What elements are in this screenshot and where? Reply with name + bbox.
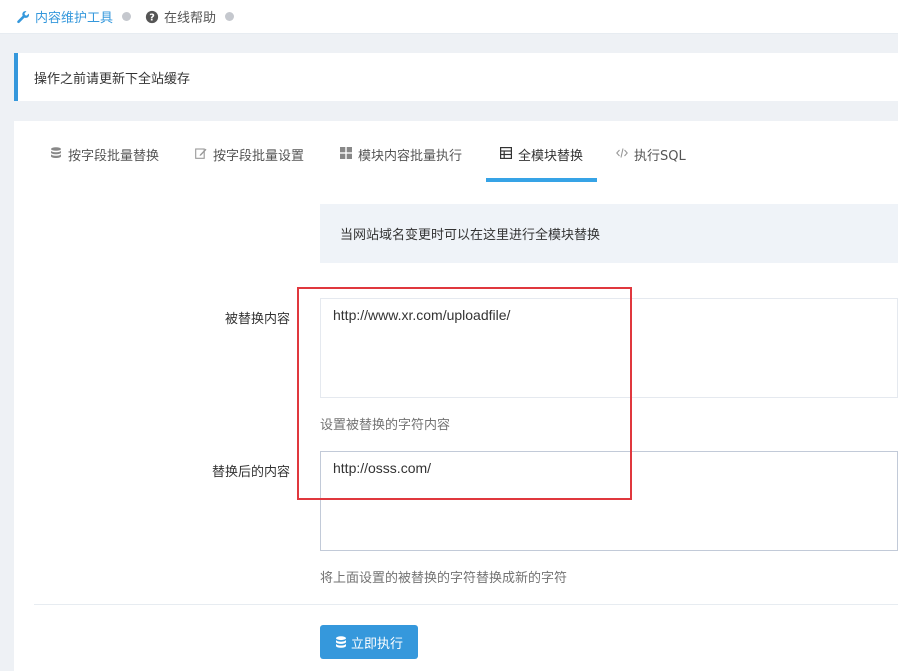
replaced-content-value: http://www.xr.com/uploadfile/ (333, 307, 511, 323)
grid-icon (340, 147, 352, 159)
replacement-content-value: http://osss.com/ (333, 460, 432, 476)
tab-label: 按字段批量替换 (68, 149, 160, 164)
code-icon (616, 148, 628, 158)
cache-notice-text: 操作之前请更新下全站缓存 (34, 71, 191, 87)
tab-label: 执行SQL (634, 149, 686, 164)
main-panel: 按字段批量替换 按字段批量设置 模块内容批量执行 全模块替换 执行SQL 当网站… (14, 121, 898, 671)
replacement-content-textarea[interactable]: http://osss.com/ (320, 451, 898, 551)
replaced-content-help: 设置被替换的字符内容 (320, 418, 451, 433)
breadcrumb: 内容维护工具 ? 在线帮助 (0, 0, 898, 34)
replacement-content-help: 将上面设置的被替换的字符替换成新的字符 (320, 571, 568, 586)
table-icon (500, 147, 512, 159)
form-actions-divider (34, 604, 898, 605)
execute-now-button[interactable]: 立即执行 (320, 625, 418, 659)
domain-change-info: 当网站域名变更时可以在这里进行全模块替换 (320, 204, 898, 263)
tab-field-batch-set[interactable]: 按字段批量设置 (195, 145, 304, 183)
database-icon (335, 635, 346, 648)
execute-now-label: 立即执行 (350, 635, 403, 651)
question-circle-icon: ? (145, 10, 159, 23)
cache-notice: 操作之前请更新下全站缓存 (14, 53, 898, 101)
replaced-content-textarea[interactable]: http://www.xr.com/uploadfile/ (320, 298, 898, 398)
tab-field-batch-replace[interactable]: 按字段批量替换 (50, 145, 159, 183)
tab-execute-sql[interactable]: 执行SQL (616, 145, 686, 183)
edit-icon (195, 148, 207, 159)
domain-change-info-text: 当网站域名变更时可以在这里进行全模块替换 (340, 228, 601, 243)
replaced-content-label: 被替换内容 (224, 312, 290, 327)
tab-label: 全模块替换 (518, 149, 584, 164)
replacement-content-label: 替换后的内容 (211, 465, 290, 480)
svg-text:?: ? (149, 12, 155, 23)
breadcrumb-separator (225, 12, 235, 21)
tab-label: 按字段批量设置 (213, 149, 305, 164)
breadcrumb-item-maintenance-tool[interactable]: 内容维护工具 (16, 7, 113, 26)
tab-label: 模块内容批量执行 (358, 149, 463, 164)
breadcrumb-label-maintenance-tool: 内容维护工具 (35, 11, 114, 26)
active-tab-indicator (486, 178, 598, 182)
breadcrumb-item-online-help[interactable]: ? 在线帮助 (145, 7, 216, 26)
tab-all-module-replace[interactable]: 全模块替换 (486, 145, 598, 183)
wrench-icon (17, 10, 30, 23)
database-icon (51, 147, 61, 158)
breadcrumb-label-online-help: 在线帮助 (164, 11, 217, 26)
tab-bar: 按字段批量替换 按字段批量设置 模块内容批量执行 全模块替换 执行SQL (14, 121, 898, 183)
breadcrumb-separator (122, 12, 132, 21)
tab-module-batch-execute[interactable]: 模块内容批量执行 (340, 145, 462, 183)
